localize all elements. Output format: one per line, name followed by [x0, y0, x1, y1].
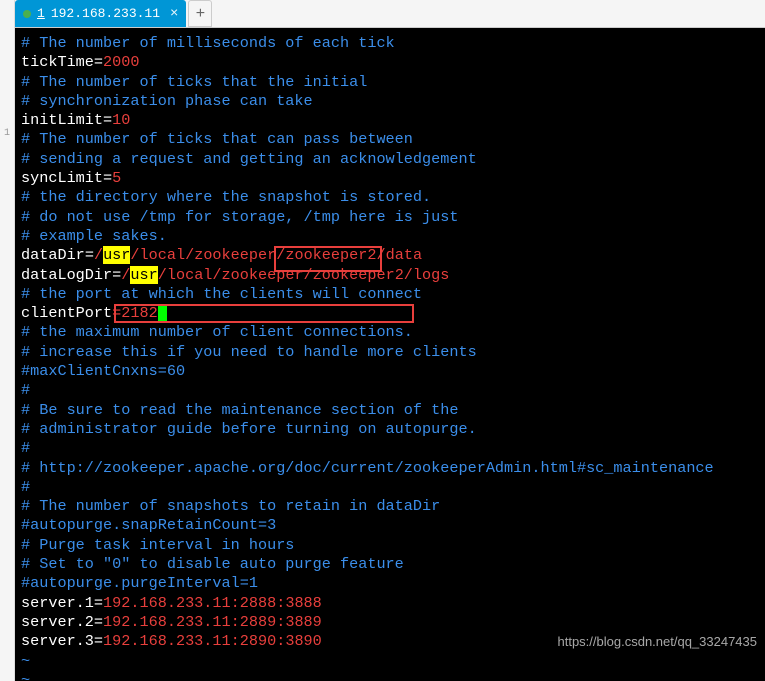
- comment: # administrator guide before turning on …: [21, 420, 477, 438]
- comment: # The number of ticks that can pass betw…: [21, 130, 413, 148]
- left-gutter: 1: [0, 0, 15, 681]
- tilde: ~: [21, 652, 30, 670]
- new-tab-button[interactable]: +: [188, 0, 212, 27]
- comment: # increase this if you need to handle mo…: [21, 343, 477, 361]
- key: tickTime: [21, 53, 94, 71]
- status-dot-icon: [23, 10, 31, 18]
- comment: # the port at which the clients will con…: [21, 285, 422, 303]
- comment: #autopurge.snapRetainCount=3: [21, 516, 276, 534]
- val: 2182: [121, 304, 157, 322]
- comment: #: [21, 381, 30, 399]
- comment: # The number of snapshots to retain in d…: [21, 497, 440, 515]
- tab-bar: 1 192.168.233.11 × +: [15, 0, 765, 28]
- comment: # sending a request and getting an ackno…: [21, 150, 477, 168]
- comment: # Be sure to read the maintenance sectio…: [21, 401, 458, 419]
- comment: #: [21, 478, 30, 496]
- val: 192.168.233.11:2889:3889: [103, 613, 322, 631]
- cursor-icon: [158, 305, 167, 322]
- tab-number: 1: [37, 6, 45, 21]
- comment: #autopurge.purgeInterval=1: [21, 574, 258, 592]
- key: server.3: [21, 632, 94, 650]
- val: 5: [112, 169, 121, 187]
- path: /local/zookeeper/zookeeper2/logs: [158, 266, 450, 284]
- main-area: 1 192.168.233.11 × + # The number of mil…: [15, 0, 765, 681]
- val: 10: [112, 111, 130, 129]
- val: 192.168.233.11:2890:3890: [103, 632, 322, 650]
- comment: # the maximum number of client connectio…: [21, 323, 413, 341]
- tilde: ~: [21, 671, 30, 681]
- comment: # The number of milliseconds of each tic…: [21, 34, 395, 52]
- key: initLimit: [21, 111, 103, 129]
- tab-title: 192.168.233.11: [51, 6, 160, 21]
- comment: # Set to "0" to disable auto purge featu…: [21, 555, 404, 573]
- comment: #maxClientCnxns=60: [21, 362, 185, 380]
- watermark: https://blog.csdn.net/qq_33247435: [558, 632, 758, 651]
- close-icon[interactable]: ×: [170, 6, 178, 22]
- highlighted: usr: [103, 246, 130, 264]
- comment: # do not use /tmp for storage, /tmp here…: [21, 208, 458, 226]
- val: 192.168.233.11:2888:3888: [103, 594, 322, 612]
- terminal[interactable]: # The number of milliseconds of each tic…: [15, 28, 765, 681]
- comment: # http://zookeeper.apache.org/doc/curren…: [21, 459, 714, 477]
- comment: # the directory where the snapshot is st…: [21, 188, 431, 206]
- key: dataDir: [21, 246, 85, 264]
- comment: # Purge task interval in hours: [21, 536, 294, 554]
- key: clientPort: [21, 304, 112, 322]
- comment: #: [21, 439, 30, 457]
- key: server.1: [21, 594, 94, 612]
- val: 2000: [103, 53, 139, 71]
- tab-active[interactable]: 1 192.168.233.11 ×: [15, 0, 186, 27]
- comment: # The number of ticks that the initial: [21, 73, 367, 91]
- gutter-num: 1: [0, 128, 14, 139]
- key: dataLogDir: [21, 266, 112, 284]
- path: /local/zookeeper/zookeeper2/data: [130, 246, 422, 264]
- tab-prefix: 1: [37, 6, 45, 21]
- comment: # synchronization phase can take: [21, 92, 313, 110]
- key: server.2: [21, 613, 94, 631]
- key: syncLimit: [21, 169, 103, 187]
- highlighted: usr: [130, 266, 157, 284]
- comment: # example sakes.: [21, 227, 167, 245]
